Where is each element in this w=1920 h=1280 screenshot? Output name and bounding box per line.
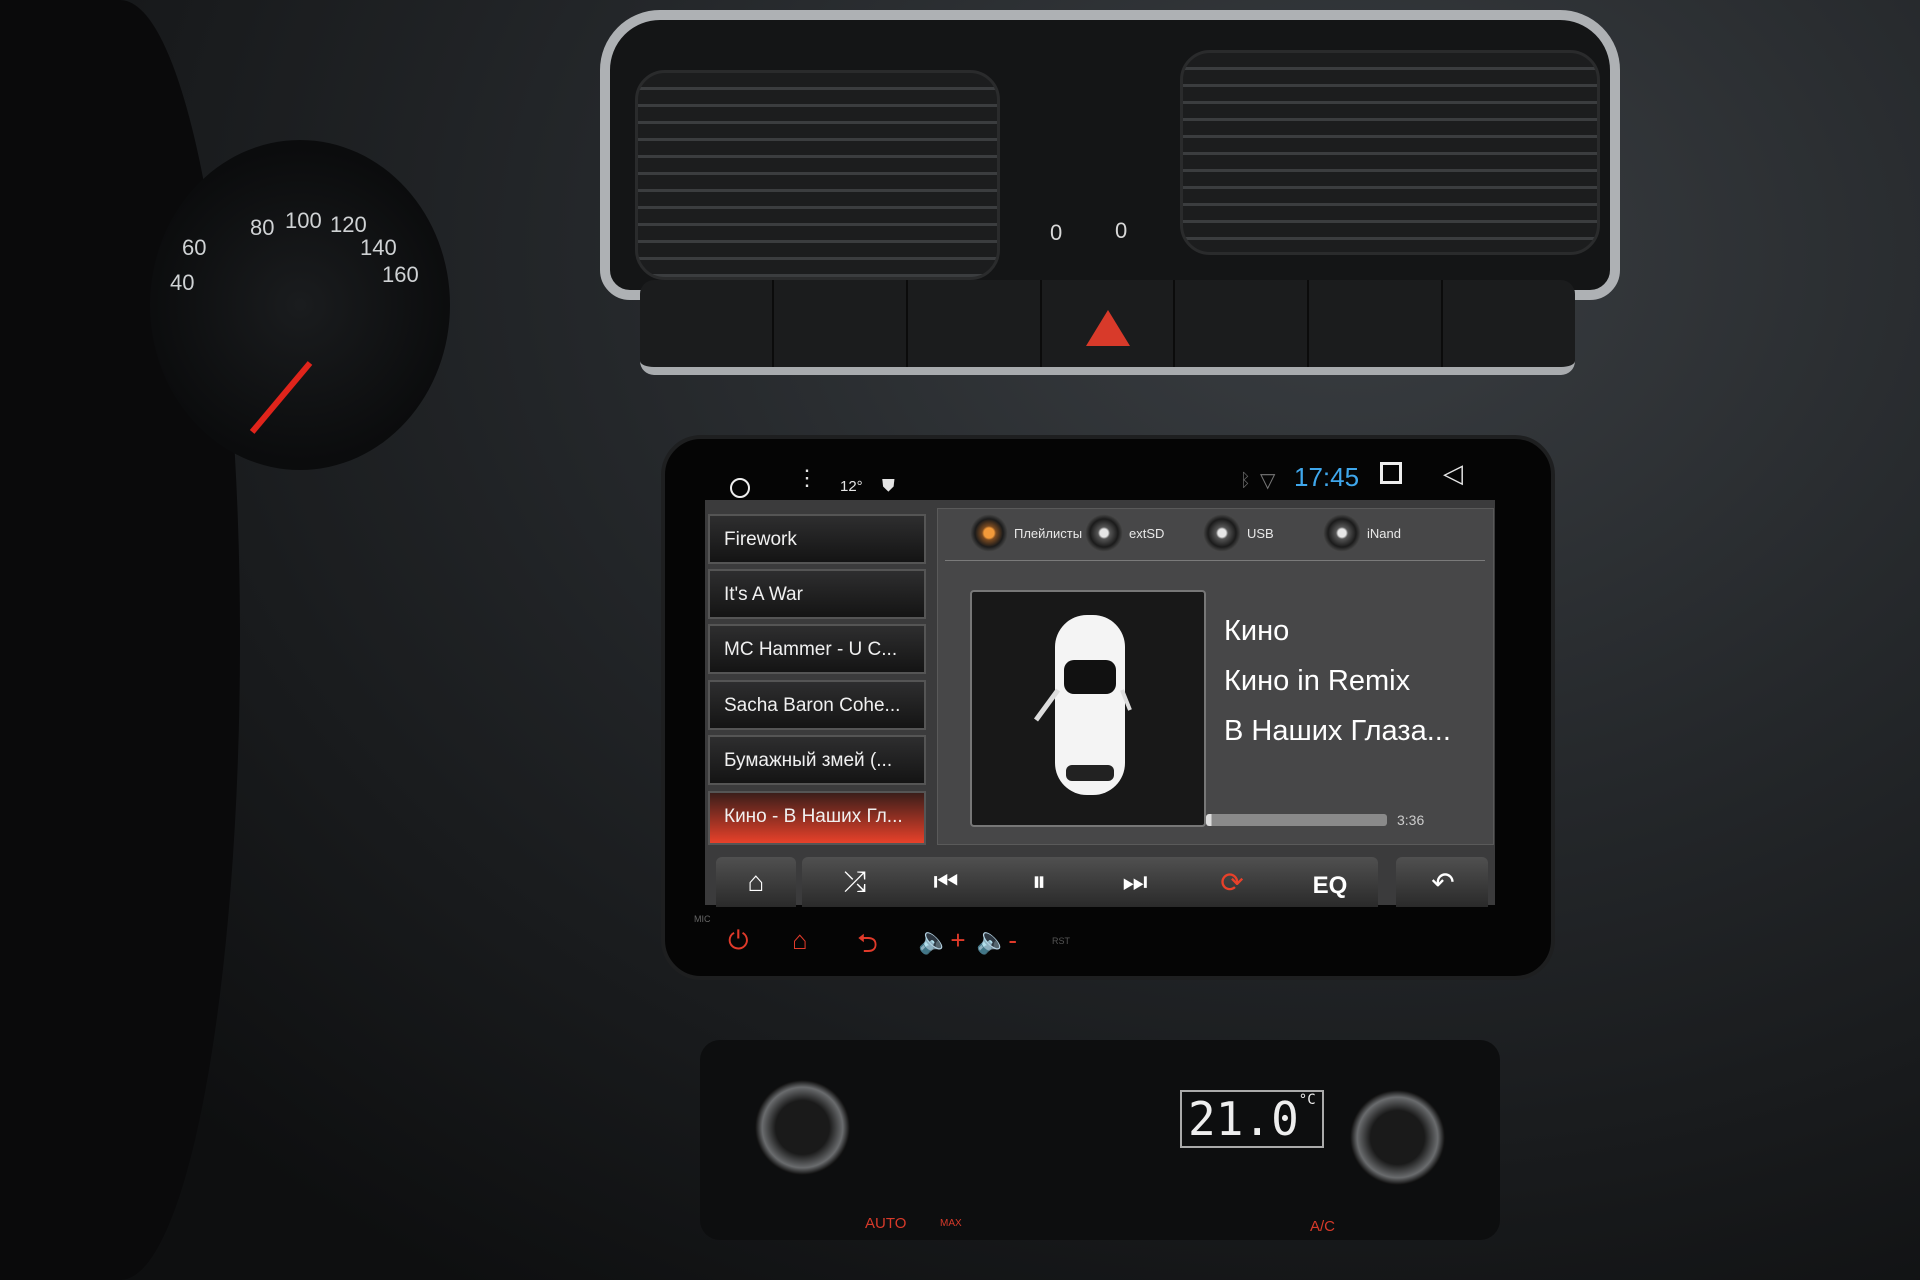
power-icon[interactable]: ⏻	[728, 925, 749, 957]
source-usb[interactable]: USB	[1203, 514, 1274, 552]
speed-tick: 40	[170, 270, 195, 295]
temperature-readout: 12°	[840, 478, 863, 495]
recents-square-icon[interactable]	[1380, 462, 1402, 484]
playlist-item-active[interactable]: Кино - В Наших Гл...	[708, 791, 926, 845]
radio-icon	[1085, 514, 1123, 552]
radio-selected-icon	[970, 514, 1008, 552]
status-bar: ⋮ 12° ⛊ ᛒ ▽ 17:45 ◁	[708, 458, 1508, 502]
climate-panel: AUTO MAX A/C	[700, 1040, 1500, 1240]
reset-label: RST	[1052, 936, 1070, 946]
progress-bar[interactable]	[1206, 814, 1387, 826]
hazard-icon	[1085, 310, 1130, 346]
shield-icon: ⛊	[882, 476, 895, 495]
hazard-button[interactable]	[1042, 280, 1176, 367]
temperature-dial-left[interactable]	[755, 1080, 850, 1175]
left-air-vent[interactable]	[635, 70, 1000, 280]
right-vent-level: 0	[1115, 218, 1128, 243]
artist-name: Кино	[1224, 615, 1290, 647]
front-defrost-button[interactable]	[1309, 280, 1444, 367]
speed-tick: 160	[382, 262, 419, 287]
speed-tick: 140	[360, 235, 397, 260]
transport-bar	[802, 857, 1378, 907]
source-label: extSD	[1129, 525, 1165, 541]
shuffle-icon[interactable]: ⤮	[830, 866, 880, 899]
playlist-item[interactable]: It's A War	[708, 569, 926, 619]
hardware-home-icon[interactable]: ⌂	[792, 925, 808, 956]
ac-button[interactable]: A/C	[1310, 1218, 1335, 1235]
bluetooth-icon: ᛒ	[1240, 470, 1251, 490]
source-label: iNand	[1367, 525, 1401, 541]
right-air-vent[interactable]	[1180, 50, 1600, 255]
mic-label: MIC	[694, 914, 711, 924]
radio-icon	[1203, 514, 1241, 552]
console-button-row	[640, 280, 1575, 375]
playlist-item[interactable]: Sacha Baron Cohe...	[708, 680, 926, 730]
car-top-view-icon	[1033, 615, 1132, 795]
seat-heat-right-button[interactable]	[1443, 280, 1575, 367]
eq-button[interactable]: EQ	[1305, 872, 1355, 900]
back-triangle-icon[interactable]: ◁	[1443, 458, 1463, 489]
repeat-icon[interactable]: ⟳	[1207, 866, 1257, 899]
radio-icon	[1323, 514, 1361, 552]
fan-dial-right[interactable]	[1350, 1090, 1445, 1185]
speed-tick: 100	[285, 208, 322, 233]
seat-heat-left-button[interactable]	[640, 280, 774, 367]
max-defrost-button[interactable]: MAX	[940, 1218, 962, 1229]
album-art	[970, 590, 1206, 827]
menu-dots-icon[interactable]: ⋮	[796, 467, 818, 489]
blank-button[interactable]	[774, 280, 908, 367]
clock: 17:45	[1294, 462, 1360, 492]
source-playlists[interactable]: Плейлисты	[970, 514, 1082, 552]
source-inand[interactable]: iNand	[1323, 514, 1401, 552]
track-title: В Наших Глаза...	[1224, 715, 1451, 747]
playlist-item[interactable]: MC Hammer - U C...	[708, 624, 926, 674]
back-arrow-icon[interactable]: ↶	[1418, 866, 1468, 899]
left-vent-level: 0	[1050, 220, 1063, 245]
speed-tick: 80	[250, 215, 275, 240]
temperature-unit: °C	[1298, 1092, 1316, 1108]
climate-temperature: 21.0°C	[1180, 1090, 1324, 1148]
source-extsd[interactable]: extSD	[1085, 514, 1164, 552]
vent-trim: 0 0	[600, 10, 1620, 300]
temperature-value: 21.0	[1188, 1092, 1299, 1146]
home-icon[interactable]: ⌂	[731, 866, 781, 898]
speedometer: 40 60 80 100 120 140 160	[150, 140, 450, 470]
wifi-icon: ▽	[1260, 470, 1276, 492]
previous-track-icon[interactable]: ⏮	[921, 866, 971, 899]
track-duration: 3:36	[1397, 812, 1425, 828]
circle-home-icon[interactable]	[730, 478, 750, 498]
playlist-item[interactable]: Бумажный змей (...	[708, 735, 926, 785]
blank-button[interactable]	[1175, 280, 1310, 367]
source-label: Плейлисты	[1014, 525, 1083, 541]
pause-icon[interactable]: ⏸	[1014, 866, 1064, 899]
volume-up-icon[interactable]: 🔈+	[918, 925, 966, 956]
volume-down-icon[interactable]: 🔈-	[976, 925, 1017, 956]
album-name: Кино in Remix	[1224, 665, 1411, 697]
rear-defrost-button[interactable]	[908, 280, 1042, 367]
divider	[945, 560, 1485, 561]
speed-tick: 60	[182, 235, 207, 260]
playlist-item[interactable]: Firework	[708, 514, 926, 564]
source-label: USB	[1247, 525, 1274, 541]
next-track-icon[interactable]: ⏭	[1110, 866, 1160, 899]
auto-button[interactable]: AUTO	[865, 1215, 906, 1232]
hardware-back-icon[interactable]: ⮌	[857, 925, 878, 969]
